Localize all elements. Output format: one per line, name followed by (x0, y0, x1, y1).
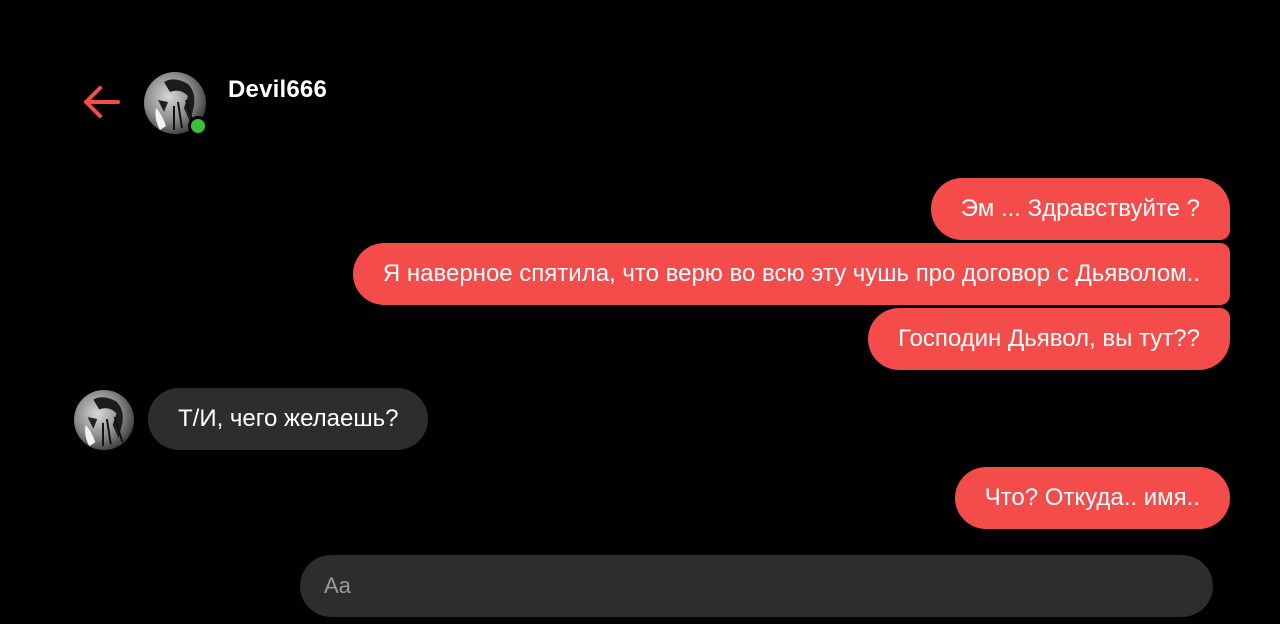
message-input[interactable] (322, 572, 1191, 600)
arrow-left-icon[interactable] (80, 84, 120, 120)
message-composer[interactable] (300, 555, 1213, 617)
message-bubble-incoming[interactable]: Т/И, чего желаешь? (148, 388, 429, 450)
chat-screen: Devil666 Эм ... Здравствуйте ? Я наверно… (0, 0, 1280, 624)
back-button[interactable] (80, 84, 120, 120)
sender-avatar[interactable] (74, 390, 134, 450)
message-bubble-outgoing[interactable]: Я наверное спятила, что верю во всю эту … (352, 243, 1230, 305)
message-bubble-outgoing[interactable]: Эм ... Здравствуйте ? (930, 178, 1230, 240)
message-bubble-outgoing[interactable]: Что? Откуда.. имя.. (954, 467, 1230, 529)
contact-avatar-wrapper[interactable] (144, 72, 208, 136)
message-bubble-outgoing[interactable]: Господин Дьявол, вы тут?? (868, 308, 1230, 370)
contact-name[interactable]: Devil666 (228, 76, 327, 104)
online-status-indicator (188, 116, 208, 136)
